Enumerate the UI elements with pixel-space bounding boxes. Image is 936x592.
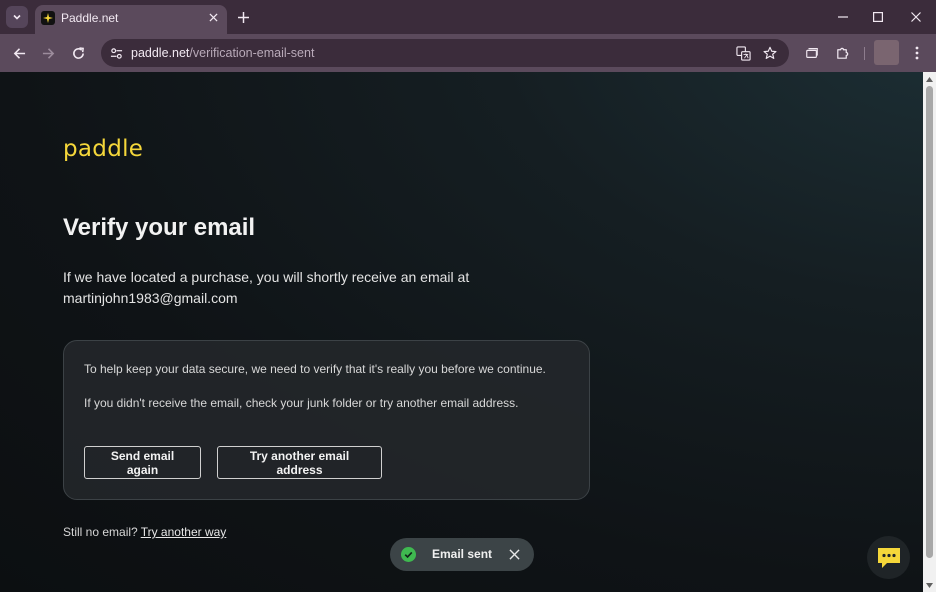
- intro-text: If we have located a purchase, you will …: [63, 267, 543, 309]
- url-text: paddle.net/verification-email-sent: [131, 46, 314, 60]
- scroll-thumb[interactable]: [926, 86, 933, 558]
- still-no-email-line: Still no email? Try another way: [63, 525, 226, 539]
- close-icon: [208, 12, 218, 22]
- page-title: Verify your email: [63, 214, 256, 241]
- arrow-left-icon: [13, 47, 25, 59]
- tab-search-button[interactable]: [6, 6, 28, 28]
- site-info-button[interactable]: [107, 44, 125, 62]
- reload-button[interactable]: [67, 42, 89, 64]
- plus-icon: [237, 11, 249, 23]
- puzzle-icon: [836, 47, 848, 59]
- paddle-logo: paddle: [63, 136, 144, 162]
- try-another-email-button[interactable]: Try another email address: [217, 446, 382, 479]
- check-circle-icon: [401, 547, 416, 562]
- tab-close-button[interactable]: [205, 9, 221, 25]
- page-scrollbar[interactable]: [923, 72, 936, 592]
- close-icon: [509, 549, 520, 560]
- verification-card: To help keep your data secure, we need t…: [63, 340, 590, 500]
- chat-support-button[interactable]: [867, 536, 910, 579]
- reload-icon: [72, 46, 84, 59]
- email-sent-toast: Email sent: [390, 538, 534, 571]
- translate-icon: [735, 45, 751, 61]
- toast-message: Email sent: [432, 547, 493, 561]
- triangle-down-icon: [926, 582, 933, 588]
- bookmark-button[interactable]: [761, 44, 779, 62]
- chevron-down-icon: [13, 14, 21, 20]
- tab-strip: Paddle.net: [0, 0, 936, 34]
- star-icon: [763, 46, 777, 59]
- junk-folder-message: If you didn't receive the email, check y…: [84, 396, 519, 410]
- try-another-way-link[interactable]: Try another way: [141, 525, 227, 539]
- new-tab-button[interactable]: [233, 7, 253, 27]
- kebab-menu-icon: [915, 46, 919, 60]
- intro-line: If we have located a purchase, you will …: [63, 269, 470, 285]
- minimize-button[interactable]: [832, 7, 854, 27]
- media-icon: [806, 48, 818, 58]
- toast-close-button[interactable]: [507, 547, 522, 562]
- chat-bubble-icon: [877, 547, 900, 568]
- tab-media-button[interactable]: [801, 42, 823, 64]
- footer-text: Still no email?: [63, 525, 138, 539]
- maximize-icon: [873, 12, 883, 22]
- scroll-up-arrow[interactable]: [925, 74, 934, 84]
- email-address: martinjohn1983@gmail.com: [63, 290, 238, 306]
- url-host: paddle.net: [131, 46, 190, 60]
- scroll-down-arrow[interactable]: [925, 580, 934, 590]
- maximize-button[interactable]: [867, 7, 889, 27]
- tab-title: Paddle.net: [61, 11, 119, 25]
- security-message: To help keep your data secure, we need t…: [84, 362, 546, 376]
- back-button[interactable]: [8, 42, 30, 64]
- browser-menu-button[interactable]: [906, 42, 928, 64]
- page-viewport: paddle Verify your email If we have loca…: [0, 72, 923, 592]
- tune-icon: [110, 47, 122, 59]
- paddle-favicon-icon: [41, 11, 55, 25]
- translate-button[interactable]: [734, 44, 752, 62]
- browser-tab-active[interactable]: Paddle.net: [35, 5, 227, 34]
- toolbar-separator: [864, 47, 865, 60]
- minimize-icon: [838, 16, 848, 18]
- profile-avatar[interactable]: [874, 40, 899, 65]
- close-window-button[interactable]: [905, 7, 927, 27]
- triangle-up-icon: [926, 76, 933, 82]
- arrow-right-icon: [42, 47, 54, 59]
- forward-button[interactable]: [37, 42, 59, 64]
- send-email-again-button[interactable]: Send email again: [84, 446, 201, 479]
- close-icon: [911, 12, 921, 22]
- browser-toolbar: paddle.net/verification-email-sent: [0, 34, 936, 72]
- extensions-button[interactable]: [831, 42, 853, 64]
- url-path: /verification-email-sent: [189, 46, 315, 60]
- address-bar[interactable]: paddle.net/verification-email-sent: [101, 39, 789, 67]
